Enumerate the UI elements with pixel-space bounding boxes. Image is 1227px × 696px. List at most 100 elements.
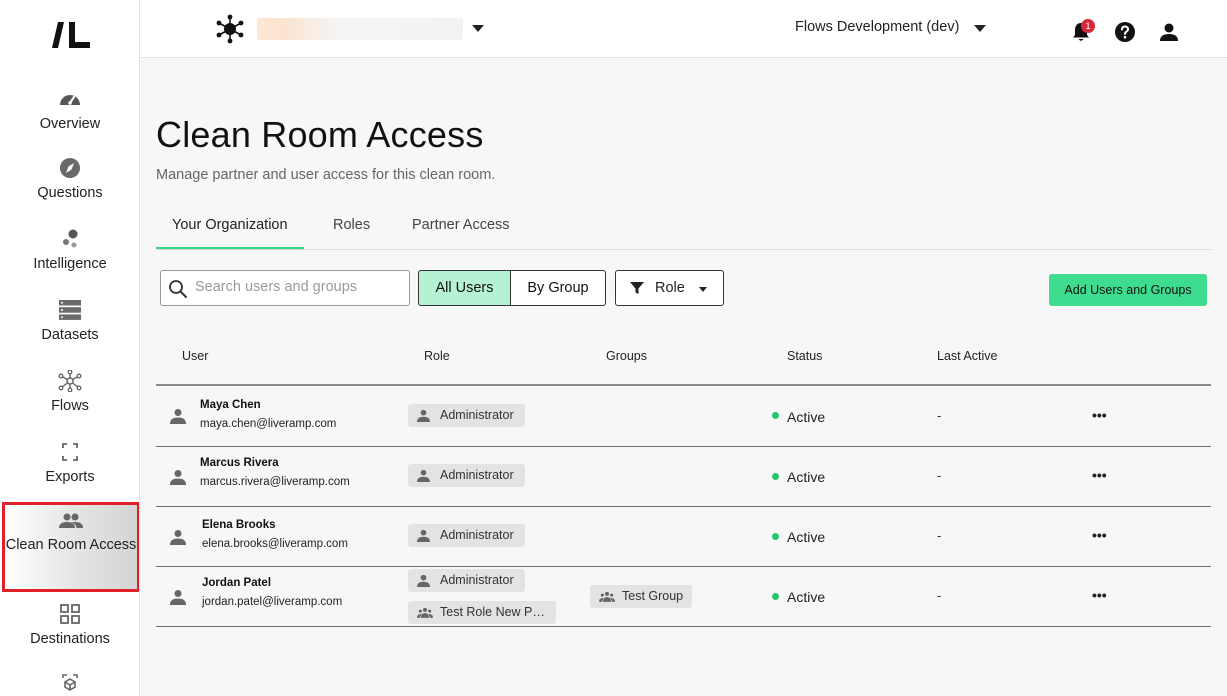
role-label: Administrator [440,408,514,422]
column-header-user[interactable]: User [182,349,208,363]
last-active-value: - [937,528,942,543]
status-active-dot [772,533,779,540]
user-icon [170,409,186,424]
corners-icon [62,443,78,461]
all-users-toggle[interactable]: All Users [418,270,511,306]
tab-bar: Your Organization Roles Partner Access [156,212,1211,250]
organization-name-redacted[interactable] [257,18,463,40]
more-options-icon[interactable]: ••• [1092,407,1107,423]
organization-icon [216,14,244,44]
tab-your-organization[interactable]: Your Organization [156,217,304,249]
people-icon [599,591,615,602]
sidebar-item-flows[interactable]: Flows [0,370,139,416]
table-row[interactable]: Elena Brooks elena.brooks@liveramp.com A… [156,507,1211,567]
user-email: jordan.patel@liveramp.com [202,596,343,608]
user-name: Jordan Patel [202,577,272,589]
status-text: Active [787,469,826,485]
compass-icon [60,158,80,178]
organization-dropdown-caret[interactable] [472,25,484,32]
column-header-last-active[interactable]: Last Active [937,349,997,363]
search-icon [169,280,187,298]
last-active-value: - [937,588,942,603]
group-label: Test Group [622,589,684,603]
role-chip: Test Role New Pe... [408,601,556,624]
gauge-icon [60,95,80,105]
role-label: Administrator [440,573,514,587]
table-row[interactable]: Marcus Rivera marcus.rivera@liveramp.com… [156,447,1211,507]
sidebar-item-label: Questions [37,185,103,201]
people-icon [59,513,83,528]
user-icon [170,530,186,545]
role-filter-label: Role [655,280,685,296]
user-icon [417,409,430,422]
more-options-icon[interactable]: ••• [1092,587,1107,603]
user-email: elena.brooks@liveramp.com [202,538,348,550]
sidebar-item-destinations[interactable]: Destinations [0,603,139,649]
notification-badge: 1 [1081,19,1095,33]
grid-icon [60,604,80,624]
more-options-icon[interactable]: ••• [1092,527,1107,543]
role-label: Administrator [440,528,514,542]
column-header-role[interactable]: Role [424,349,450,363]
column-header-groups[interactable]: Groups [606,349,647,363]
status-active-dot [772,412,779,419]
cube-icon [62,674,78,691]
page-subtitle: Manage partner and user access for this … [156,167,496,183]
tab-roles[interactable]: Roles [333,217,370,247]
user-icon [417,529,430,542]
environment-selector[interactable]: Flows Development (dev) [795,19,959,35]
database-icon [59,300,81,320]
top-bar: Flows Development (dev) 1 [140,0,1227,58]
help-icon[interactable] [1114,21,1136,43]
user-email: marcus.rivera@liveramp.com [200,476,350,488]
user-name: Maya Chen [200,399,261,411]
role-chip: Administrator [408,404,525,427]
environment-dropdown-caret[interactable] [974,25,986,32]
sidebar: Overview Questions Intelligence Datasets [0,0,140,696]
user-account-icon[interactable] [1158,21,1180,43]
last-active-value: - [937,408,942,423]
user-name: Marcus Rivera [200,457,279,469]
network-icon [58,370,82,392]
sidebar-item-label: Flows [51,398,89,414]
user-icon [170,470,186,485]
user-name: Elena Brooks [202,519,276,531]
sidebar-item-datasets[interactable]: Datasets [0,299,139,345]
add-users-and-groups-button[interactable]: Add Users and Groups [1049,274,1207,306]
filter-funnel-icon [630,282,644,294]
by-group-toggle[interactable]: By Group [510,270,606,306]
role-chip: Administrator [408,524,525,547]
role-chip: Administrator [408,464,525,487]
sidebar-item-more[interactable] [0,672,139,694]
role-filter-dropdown[interactable]: Role [615,270,724,306]
sidebar-item-overview[interactable]: Overview [0,88,139,134]
sidebar-item-label: Intelligence [33,256,107,272]
sidebar-item-exports[interactable]: Exports [0,441,139,487]
liveramp-logo[interactable] [50,22,92,48]
status-active-dot [772,593,779,600]
last-active-value: - [937,468,942,483]
more-options-icon[interactable]: ••• [1092,467,1107,483]
tab-partner-access[interactable]: Partner Access [412,217,510,247]
sidebar-item-intelligence[interactable]: Intelligence [0,228,139,274]
user-icon [170,590,186,605]
chevron-down-icon [699,287,707,292]
group-chip: Test Group [590,585,692,608]
role-label: Test Role New Pe... [440,605,550,619]
column-header-status[interactable]: Status [787,349,822,363]
status-text: Active [787,589,826,605]
page-title: Clean Room Access [156,114,484,155]
status-text: Active [787,529,826,545]
user-icon [417,469,430,482]
search-input[interactable] [195,279,400,295]
people-icon [417,607,433,618]
sidebar-item-label: Datasets [41,327,99,343]
table-row[interactable]: Maya Chen maya.chen@liveramp.com Adminis… [156,386,1211,447]
sidebar-item-clean-room-access[interactable]: Clean Room Access [2,502,139,592]
table-row[interactable]: Jordan Patel jordan.patel@liveramp.com A… [156,567,1211,627]
sidebar-item-label: Overview [39,116,101,132]
user-icon [417,574,430,587]
sidebar-item-label: Exports [45,469,95,485]
role-chip: Administrator [408,569,525,592]
sidebar-item-questions[interactable]: Questions [0,157,139,203]
